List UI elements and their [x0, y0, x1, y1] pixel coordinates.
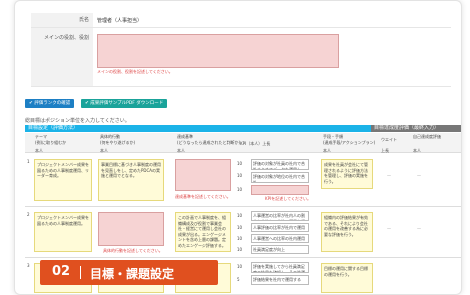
name-label: 氏名 — [31, 13, 93, 27]
mission-row: メインの役割、役割 メインの役割、役割を記述してください。 — [31, 28, 451, 87]
kpi-num: 10 — [237, 161, 243, 166]
header-weight: ウエイト — [381, 137, 397, 142]
header-theme: テーマ (例)に取り組むか — [35, 134, 67, 145]
kpi-input[interactable]: 社員満足度が向上 — [251, 245, 309, 254]
weight-value: — — [387, 226, 391, 231]
section-banner: 02 目標・課題設定 — [40, 260, 218, 285]
row-number: 2 — [27, 212, 30, 217]
kpi-input[interactable]: 評価結果を社内で運用する — [251, 275, 309, 285]
mission-error: メインの役割、役割を記述してください。 — [97, 69, 173, 74]
download-sample-label: 成果評価サンプルPDF ダウンロード — [90, 101, 164, 106]
goal-band: 目標設定（評価方法） — [25, 125, 371, 132]
kpi-num: 10 — [237, 173, 243, 178]
banner-divider — [80, 266, 81, 279]
action-error: 具体的行動を記述してください。 — [103, 248, 163, 253]
row-number: 1 — [27, 159, 30, 164]
check-rank-label: 評価ランクの確認 — [34, 101, 71, 106]
row-number: 3 — [27, 263, 30, 268]
mission-label: メインの役割、役割 — [31, 28, 93, 86]
subheader: 本人 — [35, 148, 43, 153]
goal-note: 総目標はポジション単位を入力してください。 — [25, 118, 130, 124]
kpi-num: 10 — [237, 247, 243, 252]
mission-textarea[interactable] — [97, 34, 339, 68]
subheader: 本人 — [177, 148, 185, 153]
self-eval-value: — — [417, 173, 421, 178]
header-criteria: 達成基準 (どうなったら達成されたと判断か) — [177, 134, 241, 145]
evaluation-band: 目標達成度評価（最終入力） — [371, 125, 461, 132]
kpi-input[interactable]: 人事評価の比率が社内で運用の — [251, 223, 309, 232]
check-rank-button[interactable]: ✔ 評価ランクの確認 — [25, 99, 75, 108]
kpi-input[interactable]: 評価を実施してから社員満足度の結果を確認し、その後運用する。 — [251, 262, 309, 273]
weight-value: — — [387, 173, 391, 178]
header-kpi: KPI（本人）上長 — [240, 141, 271, 146]
means-input[interactable]: 組織内の評価結果が有効である、それにより会社の運用を改善する為に必要な評価を行う… — [321, 212, 373, 252]
banner-number: 02 — [52, 264, 71, 279]
kpi-error: KPIを記述してください。 — [265, 196, 311, 201]
kpi-num: 10 — [237, 264, 243, 269]
kpi-input[interactable]: 評価の対象が地位の社内で合計 — [251, 172, 309, 183]
name-value: 管理者（人事担当） — [97, 18, 143, 24]
download-sample-button[interactable]: ✔ 成果評価サンプルPDF ダウンロード — [81, 99, 168, 108]
app-window: 氏名 管理者（人事担当） メインの役割、役割 メインの役割、役割を記述してくださ… — [14, 0, 462, 295]
kpi-num: 10 — [237, 236, 243, 241]
kpi-num: 5 — [237, 277, 240, 282]
header-action: 具体的行動 (何をやり遂げるか) — [100, 134, 136, 145]
subheader: 本人 — [413, 148, 421, 153]
criteria-input[interactable]: この計画で人事制度を、組織構成及び役割で事業会社・経営にて運用し会社の成果が出る… — [175, 212, 231, 252]
kpi-num: 10 — [237, 213, 243, 218]
kpi-num: 10 — [237, 187, 243, 192]
subheader: 本人 — [323, 148, 331, 153]
theme-input[interactable]: プロジェクトメンバー成果を図るための人事制度運用、リーダー育成。 — [34, 159, 92, 201]
action-input[interactable]: 事業目標に基づき人事制度の運用を見直しをし、定めたPDCAの実施と運用でとなる。 — [98, 159, 164, 201]
subheader: 上長 — [381, 148, 389, 153]
self-eval-value: — — [417, 226, 421, 231]
kpi-input[interactable]: 人事運営への比率の社内運用 — [251, 234, 309, 243]
criteria-input[interactable] — [175, 159, 231, 191]
table-row: 1 プロジェクトメンバー成果を図るための人事制度運用、リーダー育成。 事業目標に… — [25, 155, 461, 207]
criteria-error: 達成基準を記述してください。 — [175, 194, 231, 199]
header-self-eval: 自己達成度評価 — [413, 134, 441, 139]
name-row: 氏名 管理者（人事担当） — [31, 13, 451, 28]
kpi-num: 10 — [237, 225, 243, 230]
kpi-input[interactable]: 人事運営の比率が社内人の割合を合計し、会社の運用を行う。 — [251, 211, 309, 221]
means-input[interactable]: 目標の運用に関する目標の運用を行う。 — [321, 263, 373, 293]
table-row: 2 プロジェクトメンバー成果を図るための人事制度運用。 具体的行動を記述してくだ… — [25, 208, 461, 258]
subheader: 本人 — [100, 148, 108, 153]
basic-info-form: 氏名 管理者（人事担当） メインの役割、役割 メインの役割、役割を記述してくださ… — [15, 1, 461, 97]
banner-title: 目標・課題設定 — [90, 267, 175, 281]
theme-input[interactable]: プロジェクトメンバー成果を図るための人事制度運用。 — [34, 212, 92, 252]
means-input[interactable]: 成果を社員が会社にて管理されるように評価方法を管理し、評価の実施を行う。 — [321, 159, 373, 189]
kpi-input[interactable]: 評価の対象が社員の社内で合計まとめてデータを運用し、 — [251, 159, 309, 170]
header-means: 手段・手順 (達成手段/アクションプラン) — [323, 134, 376, 145]
kpi-input-error[interactable] — [251, 185, 309, 195]
action-input[interactable] — [98, 212, 164, 246]
